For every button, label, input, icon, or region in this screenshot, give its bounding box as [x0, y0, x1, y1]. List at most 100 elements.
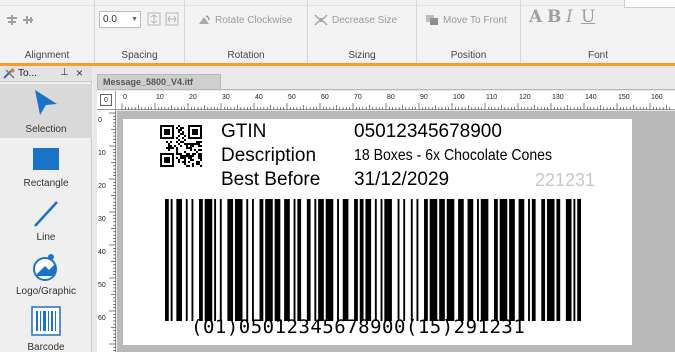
ruler-corner[interactable]: 0 [97, 91, 116, 110]
barcode-bar [424, 199, 428, 321]
barcode-bar [365, 199, 372, 321]
decrease-size-button[interactable]: Decrease Size [314, 14, 397, 26]
barcode-bar [274, 199, 281, 321]
barcode-human-readable[interactable]: (01)05012345678900(15)291231 [191, 318, 525, 337]
barcode-bar [531, 199, 536, 321]
barcode-bar [354, 199, 358, 321]
qr-module [182, 133, 184, 135]
barcode-bar [528, 199, 530, 321]
qr-module [172, 147, 174, 149]
qr-module [192, 153, 194, 155]
spacing-buttons [147, 12, 179, 26]
font-size-field[interactable] [624, 0, 675, 8]
ruler-label: 90 [420, 94, 428, 101]
qr-module [190, 147, 192, 149]
qr-module [184, 163, 186, 165]
align-distribute-button[interactable] [6, 14, 34, 26]
qr-module [182, 161, 184, 163]
ruler-label: 120 [519, 94, 531, 101]
qr-module [182, 157, 184, 159]
best-before-label[interactable]: Best Before [221, 170, 320, 189]
barcode-bar [494, 199, 498, 321]
ruler-label: 160 [651, 94, 663, 101]
horizontal-ruler: 0 10 20 30 40 50 60 70 80 90 100 110 120 130 140 150 160 [116, 91, 675, 110]
qr-module [180, 155, 182, 157]
qr-module [196, 161, 198, 163]
barcode-bar [204, 199, 213, 321]
qr-module [182, 155, 184, 157]
barcode-bar [403, 199, 406, 321]
qr-module [184, 139, 186, 141]
tool-selection[interactable]: Selection [0, 84, 92, 138]
description-label[interactable]: Description [221, 146, 316, 165]
qr-module [190, 157, 192, 159]
tool-rectangle[interactable]: Rectangle [0, 140, 92, 192]
qr-module [198, 145, 200, 147]
sizing-group-label: Sizing [348, 50, 376, 61]
barcode-bar [480, 199, 489, 321]
barcode-bar [509, 199, 515, 321]
label-paper[interactable]: GTIN 05012345678900 Description 18 Boxes… [123, 119, 632, 345]
bold-button[interactable]: B [547, 7, 561, 27]
barcode-bar [546, 199, 555, 321]
barcode-bar [297, 199, 302, 321]
qr-module [182, 137, 184, 139]
ruler-label: 100 [453, 94, 465, 101]
best-before-value[interactable]: 31/12/2029 [354, 170, 449, 189]
qr-module [200, 157, 202, 159]
barcode-bar [397, 199, 400, 321]
qr-module [200, 149, 202, 151]
ruler-label: 20 [98, 183, 106, 190]
qr-finder-core [164, 157, 170, 163]
barcode-bar [234, 199, 243, 321]
spacing-input[interactable]: 0.0 ▼ [99, 11, 141, 28]
qr-module [180, 127, 182, 129]
ruler-label: 60 [98, 315, 106, 322]
description-value[interactable]: 18 Boxes - 6x Chocolate Cones [354, 148, 552, 164]
barcode-bar [556, 199, 561, 321]
ruler-label: 50 [288, 94, 296, 101]
qr-finder-core [164, 129, 170, 135]
rotate-clockwise-button[interactable]: Rotate Clockwise [197, 14, 292, 26]
close-icon[interactable]: × [76, 66, 83, 80]
barcode-bar [374, 199, 377, 321]
italic-button[interactable]: I [566, 7, 573, 27]
barcode-bar [429, 199, 438, 321]
tool-logo-graphic-label: Logo/Graphic [15, 286, 77, 297]
gtin-label[interactable]: GTIN [221, 122, 266, 141]
move-to-front-button[interactable]: Move To Front [425, 14, 507, 26]
tool-barcode[interactable]: Barcode [0, 302, 92, 352]
qr-module [198, 157, 200, 159]
barcode-bar [359, 199, 364, 321]
qr-module [188, 147, 190, 149]
barcode-bar [170, 199, 173, 321]
tool-rectangle-label: Rectangle [23, 178, 69, 189]
qr-module [196, 151, 198, 153]
logo-graphic-icon [33, 254, 57, 281]
tool-line[interactable]: Line [0, 194, 92, 246]
pin-icon[interactable]: ⊥ [60, 67, 69, 78]
gs1-barcode[interactable] [165, 199, 581, 321]
position-group-label: Position [450, 50, 487, 61]
horizontal-spacing-icon[interactable] [165, 12, 179, 26]
ruler-label: 150 [618, 94, 630, 101]
qr-module [190, 145, 192, 147]
qr-module [192, 143, 194, 145]
qr-module [184, 157, 186, 159]
date-code[interactable]: 221231 [535, 171, 595, 189]
vertical-spacing-icon[interactable] [147, 12, 161, 26]
font-style-a-button[interactable]: A [529, 7, 542, 27]
qr-module [196, 143, 198, 145]
tool-logo-graphic[interactable]: Logo/Graphic [0, 248, 92, 300]
font-group: A B I U Font [521, 0, 675, 63]
rotation-group-label: Rotation [227, 50, 265, 61]
gtin-value[interactable]: 05012345678900 [354, 122, 502, 141]
ruler-label: 60 [321, 94, 329, 101]
spacing-group-label: Spacing [121, 50, 158, 61]
ruler-label: 130 [552, 94, 564, 101]
document-tab[interactable]: Message_5800_V4.itf [97, 74, 221, 89]
qr-code-icon[interactable] [160, 125, 202, 167]
tab-divider [97, 89, 675, 90]
toolbox-panel: To... ⊥ × Selection Rectangle Line Logo/… [0, 66, 92, 352]
underline-button[interactable]: U [581, 7, 595, 27]
